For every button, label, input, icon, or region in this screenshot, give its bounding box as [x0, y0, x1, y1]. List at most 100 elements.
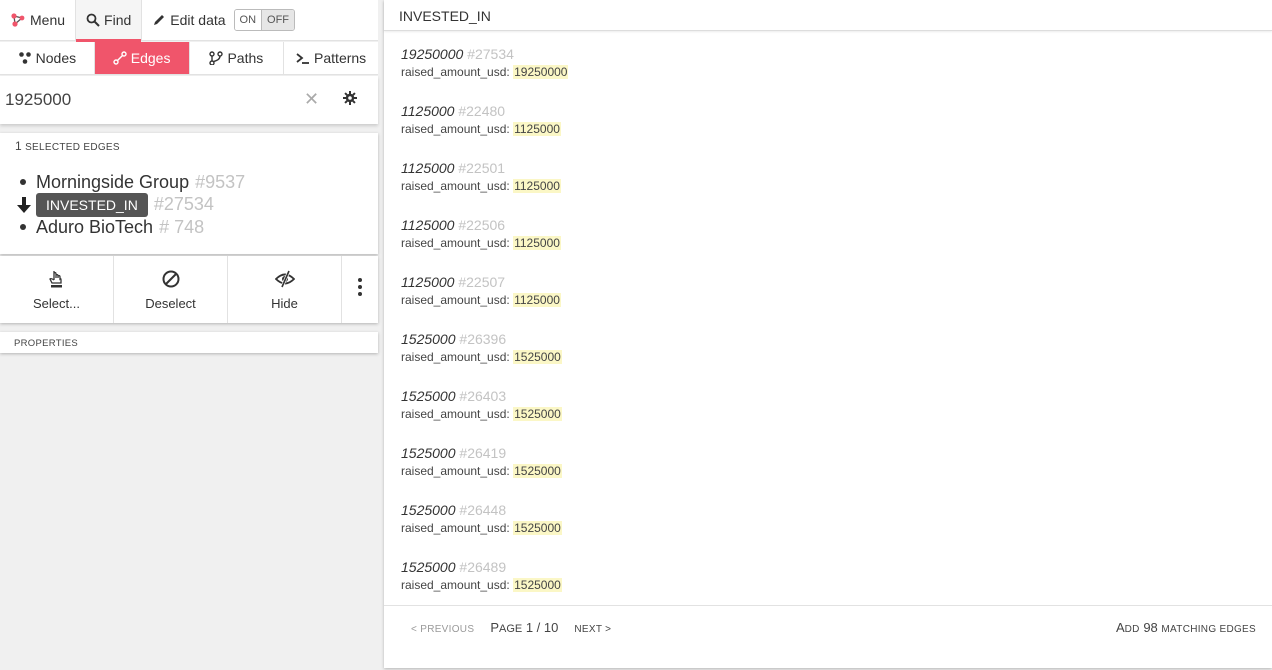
- page-word-initial: P: [490, 620, 499, 635]
- property-name: raised_amount_usd:: [401, 578, 510, 592]
- property-value-highlight: 1525000: [513, 464, 562, 478]
- result-item[interactable]: 19250000 #27534 raised_amount_usd: 192500…: [401, 46, 569, 103]
- result-property: raised_amount_usd: 1525000: [401, 521, 568, 535]
- selected-count: 1: [15, 139, 22, 153]
- deselect-label: Deselect: [145, 296, 196, 311]
- terminal-icon: [296, 51, 310, 65]
- result-property: raised_amount_usd: 19250000: [401, 65, 569, 79]
- properties-card[interactable]: Properties: [0, 332, 378, 353]
- tab-paths[interactable]: Paths: [190, 42, 285, 74]
- add-suffix: matching edges: [1161, 624, 1256, 635]
- result-id: #22507: [458, 274, 506, 290]
- result-item[interactable]: 1525000 #26403 raised_amount_usd: 1525000: [401, 388, 568, 445]
- selected-edges-caption: 1 selected edges: [15, 139, 120, 153]
- result-title: 1525000 #26396: [401, 331, 568, 347]
- target-node-id: # 748: [159, 216, 205, 237]
- select-button[interactable]: Select...: [0, 256, 114, 323]
- next-page-button[interactable]: Next >: [574, 624, 611, 635]
- bullet-icon: [20, 224, 26, 231]
- toggle-off[interactable]: OFF: [261, 10, 295, 30]
- result-item[interactable]: 1125000 #22480 raised_amount_usd: 1125000: [401, 103, 568, 160]
- property-value-highlight: 1525000: [513, 578, 562, 592]
- result-title-value: 1525000: [401, 331, 456, 347]
- deselect-button[interactable]: Deselect: [114, 256, 228, 323]
- graph-logo-icon: [10, 12, 26, 28]
- hide-button[interactable]: Hide: [228, 256, 342, 323]
- selection-card: 1 selected edges Morningside Group #9537…: [0, 133, 378, 254]
- result-id: #26448: [459, 502, 507, 518]
- property-name: raised_amount_usd:: [401, 179, 510, 193]
- edit-data-label: Edit data: [170, 12, 226, 28]
- search-input[interactable]: [5, 90, 295, 110]
- edge-chain: Morningside Group #9537 INVESTED_IN #275…: [17, 171, 245, 239]
- result-item[interactable]: 1525000 #26396 raised_amount_usd: 1525000: [401, 331, 568, 388]
- result-item[interactable]: 1125000 #22506 raised_amount_usd: 1125000: [401, 217, 568, 274]
- edge-row[interactable]: INVESTED_IN #27534: [17, 192, 245, 217]
- pointer-hand-icon: [48, 268, 66, 290]
- page-word-rest: age: [498, 623, 523, 635]
- previous-page-button[interactable]: < Previous: [411, 624, 474, 635]
- menu-button[interactable]: Menu: [0, 0, 75, 41]
- result-id: #22501: [458, 160, 506, 176]
- result-id: #22506: [458, 217, 506, 233]
- result-id: #22480: [458, 103, 506, 119]
- result-item[interactable]: 1525000 #26448 raised_amount_usd: 1525000: [401, 502, 568, 559]
- result-item[interactable]: 1525000 #26419 raised_amount_usd: 1525000: [401, 445, 568, 502]
- toggle-on[interactable]: ON: [234, 10, 262, 30]
- edge-type-chip: INVESTED_IN: [36, 192, 148, 217]
- result-property: raised_amount_usd: 1125000: [401, 293, 568, 307]
- result-item[interactable]: 1125000 #22501 raised_amount_usd: 1125000: [401, 160, 568, 217]
- property-value-highlight: 1125000: [513, 293, 561, 307]
- result-title-value: 1125000: [401, 103, 455, 119]
- select-label: Select...: [33, 296, 80, 311]
- vertical-dots-icon: [357, 276, 363, 298]
- property-value-highlight: 1525000: [513, 407, 562, 421]
- results-panel: INVESTED_IN 19250000 #27534 raised_amount…: [384, 0, 1272, 668]
- edges-icon: [113, 51, 127, 65]
- results-footer: < Previous Page 1 / 10 Next > Add 98 mat…: [384, 605, 1272, 668]
- find-button[interactable]: Find: [75, 0, 143, 42]
- source-node-row[interactable]: Morningside Group #9537: [17, 171, 245, 194]
- result-id: #27534: [467, 46, 514, 62]
- paths-icon: [209, 51, 224, 65]
- result-property: raised_amount_usd: 1525000: [401, 464, 568, 478]
- result-property: raised_amount_usd: 1525000: [401, 407, 568, 421]
- pencil-icon: [152, 13, 166, 27]
- result-title-value: 1525000: [401, 445, 456, 461]
- menu-label: Menu: [30, 12, 66, 28]
- result-title: 1125000 #22507: [401, 274, 568, 290]
- add-rest: dd: [1124, 624, 1140, 635]
- result-title-value: 1125000: [401, 217, 455, 233]
- results-header: INVESTED_IN: [384, 0, 1272, 31]
- left-panel: Menu Find Edit data ON OFF Nodes Edges P…: [0, 0, 378, 670]
- result-title: 1525000 #26489: [401, 559, 568, 575]
- property-value-highlight: 1525000: [513, 521, 562, 535]
- find-label: Find: [104, 12, 132, 28]
- result-title: 19250000 #27534: [401, 46, 568, 62]
- gear-icon[interactable]: [342, 90, 358, 111]
- add-initial: A: [1115, 620, 1125, 635]
- result-id: #26396: [459, 331, 507, 347]
- add-matching-edges-button[interactable]: Add 98 matching edges: [1116, 620, 1256, 635]
- result-property: raised_amount_usd: 1125000: [401, 179, 568, 193]
- tab-edges[interactable]: Edges: [94, 42, 190, 74]
- property-name: raised_amount_usd:: [401, 293, 510, 307]
- result-id: #26403: [459, 388, 507, 404]
- tab-nodes[interactable]: Nodes: [0, 42, 95, 74]
- tab-nodes-label: Nodes: [35, 50, 77, 66]
- source-node-id: #9537: [195, 171, 246, 192]
- property-name: raised_amount_usd:: [401, 464, 510, 478]
- target-node-row[interactable]: Aduro BioTech # 748: [17, 216, 245, 239]
- edit-data-button[interactable]: Edit data: [142, 0, 229, 41]
- tab-patterns[interactable]: Patterns: [284, 42, 378, 74]
- property-name: raised_amount_usd:: [401, 65, 510, 79]
- result-title-value: 1525000: [401, 388, 456, 404]
- clear-icon[interactable]: ✕: [304, 89, 319, 110]
- property-value-highlight: 1125000: [513, 122, 561, 136]
- property-name: raised_amount_usd:: [401, 236, 510, 250]
- result-property: raised_amount_usd: 1125000: [401, 236, 568, 250]
- edit-data-toggle[interactable]: ON OFF: [233, 9, 296, 31]
- more-options-button[interactable]: [342, 256, 378, 323]
- page-value: 1 / 10: [525, 620, 559, 635]
- result-item[interactable]: 1125000 #22507 raised_amount_usd: 1125000: [401, 274, 568, 331]
